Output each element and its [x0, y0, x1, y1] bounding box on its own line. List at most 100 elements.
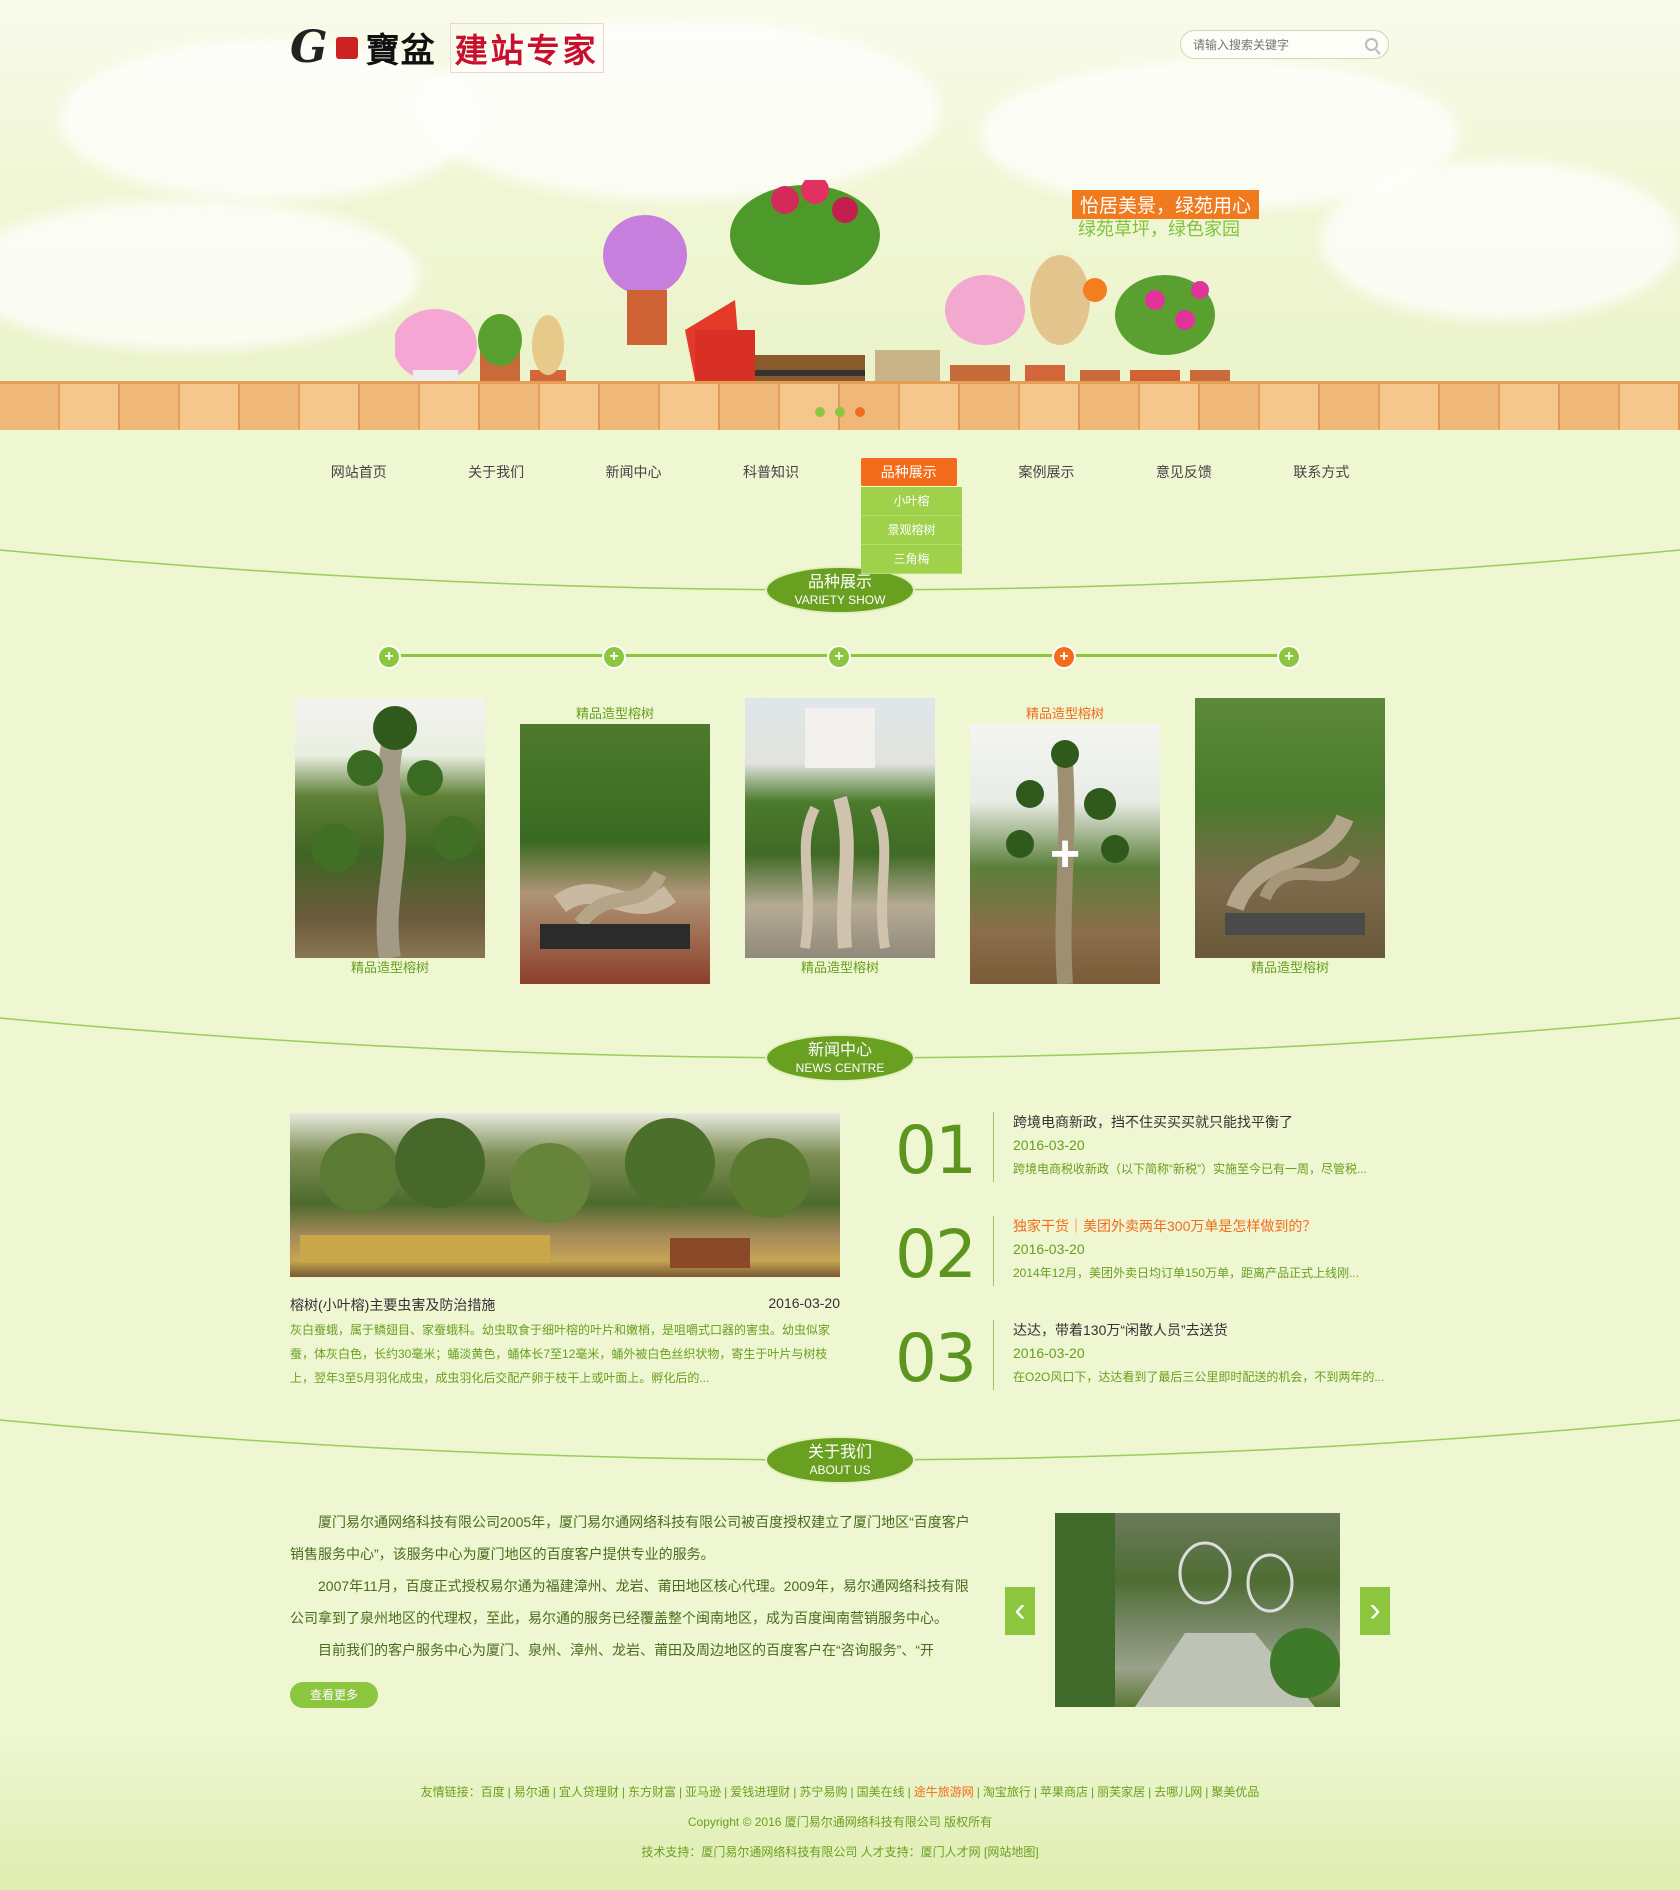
wooden-deck	[0, 381, 1680, 430]
carousel-prev-button[interactable]: ‹	[1005, 1587, 1035, 1635]
bonsai-photo[interactable]: +	[970, 724, 1160, 984]
timeline-plus-icon-active[interactable]: +	[1054, 647, 1074, 667]
read-more-button[interactable]: 查看更多	[290, 1682, 378, 1708]
news-item-date: 2016-03-20	[1013, 1137, 1085, 1153]
about-title-en: ABOUT US	[809, 1463, 871, 1477]
variety-title-cn: 品种展示	[807, 574, 872, 591]
friend-link[interactable]: 途牛旅游网	[914, 1785, 974, 1799]
tech-support-text: 技术支持：厦门易尔通网络科技有限公司 人才支持：厦门人才网 [网站地图]	[641, 1845, 1039, 1859]
variety-card-label: 精品造型榕树	[1250, 960, 1329, 975]
main-nav: 网站首页 关于我们 新闻中心 科普知识 品种展示 案例展示 意见反馈 联系方式	[290, 458, 1390, 486]
news-title-en: NEWS CENTRE	[795, 1061, 885, 1075]
nav-item-feedback[interactable]: 意见反馈	[1115, 458, 1252, 486]
seal-icon	[335, 36, 358, 59]
logo-letter: G	[290, 22, 328, 73]
news-section-title: 新闻中心 NEWS CENTRE	[765, 1034, 915, 1082]
timeline-plus-icon[interactable]: +	[829, 647, 849, 667]
news-item-title[interactable]: 独家干货｜美团外卖两年300万单是怎样做到的？	[1013, 1216, 1316, 1236]
banner-subtagline: 绿苑草坪，绿色家园	[1078, 219, 1240, 239]
site-logo[interactable]: G 寶盆 建站专家	[290, 22, 604, 73]
banner-dot-active[interactable]	[855, 407, 865, 417]
friend-link[interactable]: 苹果商店	[1040, 1785, 1088, 1799]
variety-card[interactable]: 精品造型榕树	[295, 698, 485, 978]
footer	[0, 1730, 1680, 1890]
variety-card[interactable]: 精品造型榕树	[745, 698, 935, 978]
submenu-item[interactable]: 小叶榕	[861, 487, 962, 516]
about-text: 厦门易尔通网络科技有限公司2005年，厦门易尔通网络科技有限公司被百度授权建立了…	[290, 1506, 970, 1663]
news-item-number: 01	[895, 1112, 977, 1189]
news-item-date: 2016-03-20	[1013, 1241, 1085, 1257]
news-item-divider	[993, 1216, 994, 1286]
variety-title-en: VARIETY SHOW	[794, 593, 886, 607]
news-item-summary: 跨境电商税收新政（以下简称“新税”）实施至今已有一周，尽管税...	[1013, 1162, 1367, 1176]
about-paragraph: 2007年11月，百度正式授权易尔通为福建漳州、龙岩、莆田地区核心代理。2009…	[290, 1578, 969, 1626]
search-input[interactable]	[1181, 31, 1351, 58]
friend-link[interactable]: 去哪儿网	[1154, 1785, 1202, 1799]
variety-card[interactable]: 精品造型榕树	[520, 704, 710, 984]
variety-card-label: 精品造型榕树	[1025, 706, 1104, 721]
about-paragraph: 厦门易尔通网络科技有限公司2005年，厦门易尔通网络科技有限公司被百度授权建立了…	[290, 1514, 970, 1562]
about-garden-image[interactable]	[1055, 1513, 1340, 1707]
news-feature-desc: 灰白蚕蛾，属于鳞翅目、家蚕蛾科。幼虫取食于细叶榕的叶片和嫩梢，是咀嚼式口器的害虫…	[290, 1323, 831, 1385]
news-item-divider	[993, 1320, 994, 1390]
search-box	[1180, 30, 1389, 59]
copyright-text: Copyright © 2016 厦门易尔通网络科技有限公司 版权所有	[687, 1815, 993, 1829]
news-list-item[interactable]: 03 达达，带着130万“闲散人员”去送货 2016-03-20 在O2O风口下…	[895, 1320, 1395, 1410]
news-item-title[interactable]: 达达，带着130万“闲散人员”去送货	[1013, 1320, 1228, 1340]
news-item-number: 03	[895, 1320, 977, 1397]
news-item-number: 02	[895, 1216, 977, 1293]
news-item-date: 2016-03-20	[1013, 1345, 1085, 1361]
nav-item-news[interactable]: 新闻中心	[565, 458, 702, 486]
friend-link[interactable]: 淘宝旅行	[983, 1785, 1031, 1799]
friend-link[interactable]: 聚美优品	[1211, 1785, 1259, 1799]
news-item-title[interactable]: 跨境电商新政，挡不住买买买就只能找平衡了	[1013, 1112, 1293, 1132]
timeline-plus-icon[interactable]: +	[1279, 647, 1299, 667]
friend-link[interactable]: 丽芙家居	[1097, 1785, 1145, 1799]
news-feature-title-text[interactable]: 榕树(小叶榕)主要虫害及防治措施	[290, 1297, 495, 1313]
friend-link[interactable]: 易尔通	[514, 1785, 550, 1799]
variety-card-active[interactable]: 精品造型榕树 +	[970, 704, 1160, 984]
bonsai-photo[interactable]	[295, 698, 485, 958]
nav-item-cases[interactable]: 案例展示	[978, 458, 1115, 486]
friend-link[interactable]: 苏宁易购	[799, 1785, 847, 1799]
news-feature-title[interactable]: 榕树(小叶榕)主要虫害及防治措施 2016-03-20	[290, 1295, 840, 1315]
friend-link[interactable]: 爱钱进理财	[730, 1785, 790, 1799]
nav-submenu: 小叶榕 景观榕树 三角梅	[861, 487, 962, 574]
banner-dot[interactable]	[835, 407, 845, 417]
variety-card-label: 精品造型榕树	[800, 960, 879, 975]
variety-card-label: 精品造型榕树	[350, 960, 429, 975]
nav-item-home[interactable]: 网站首页	[290, 458, 427, 486]
nav-item-about[interactable]: 关于我们	[427, 458, 564, 486]
search-icon[interactable]	[1365, 38, 1378, 51]
logo-slogan: 建站专家	[449, 22, 604, 73]
about-title-cn: 关于我们	[807, 1444, 872, 1461]
timeline-plus-icon[interactable]: +	[379, 647, 399, 667]
timeline-plus-icon[interactable]: +	[604, 647, 624, 667]
variety-card[interactable]: 精品造型榕树	[1195, 698, 1385, 978]
bonsai-photo[interactable]	[520, 724, 710, 984]
bonsai-photo[interactable]	[745, 698, 935, 958]
news-list-item[interactable]: 01 跨境电商新政，挡不住买买买就只能找平衡了 2016-03-20 跨境电商税…	[895, 1112, 1395, 1202]
news-feature-date: 2016-03-20	[768, 1295, 840, 1311]
news-list-item[interactable]: 02 独家干货｜美团外卖两年300万单是怎样做到的？ 2016-03-20 20…	[895, 1216, 1395, 1306]
news-feature-image[interactable]	[290, 1113, 840, 1277]
submenu-item[interactable]: 三角梅	[861, 545, 962, 574]
logo-brand: 寶盆	[365, 31, 436, 71]
friend-link[interactable]: 亚马逊	[685, 1785, 721, 1799]
friend-link[interactable]: 东方财富	[628, 1785, 676, 1799]
view-detail-plus-icon[interactable]: +	[1050, 824, 1080, 884]
banner-pagination	[815, 407, 865, 417]
about-paragraph: 目前我们的客户服务中心为厦门、泉州、漳州、龙岩、莆田及周边地区的百度客户在“咨询…	[318, 1642, 934, 1658]
friend-link[interactable]: 国美在线	[857, 1785, 905, 1799]
hero-banner: G 寶盆 建站专家 怡居美景，绿苑用心 绿苑草坪，绿色家园	[0, 0, 1680, 430]
nav-item-contact[interactable]: 联系方式	[1253, 458, 1390, 486]
news-item-divider	[993, 1112, 994, 1182]
friend-link[interactable]: 百度	[481, 1785, 505, 1799]
nav-item-knowledge[interactable]: 科普知识	[702, 458, 839, 486]
submenu-item[interactable]: 景观榕树	[861, 516, 962, 545]
nav-item-varieties[interactable]: 品种展示	[860, 458, 957, 486]
friend-link[interactable]: 宜人贷理财	[559, 1785, 619, 1799]
carousel-next-button[interactable]: ›	[1360, 1587, 1390, 1635]
bonsai-photo[interactable]	[1195, 698, 1385, 958]
banner-dot[interactable]	[815, 407, 825, 417]
